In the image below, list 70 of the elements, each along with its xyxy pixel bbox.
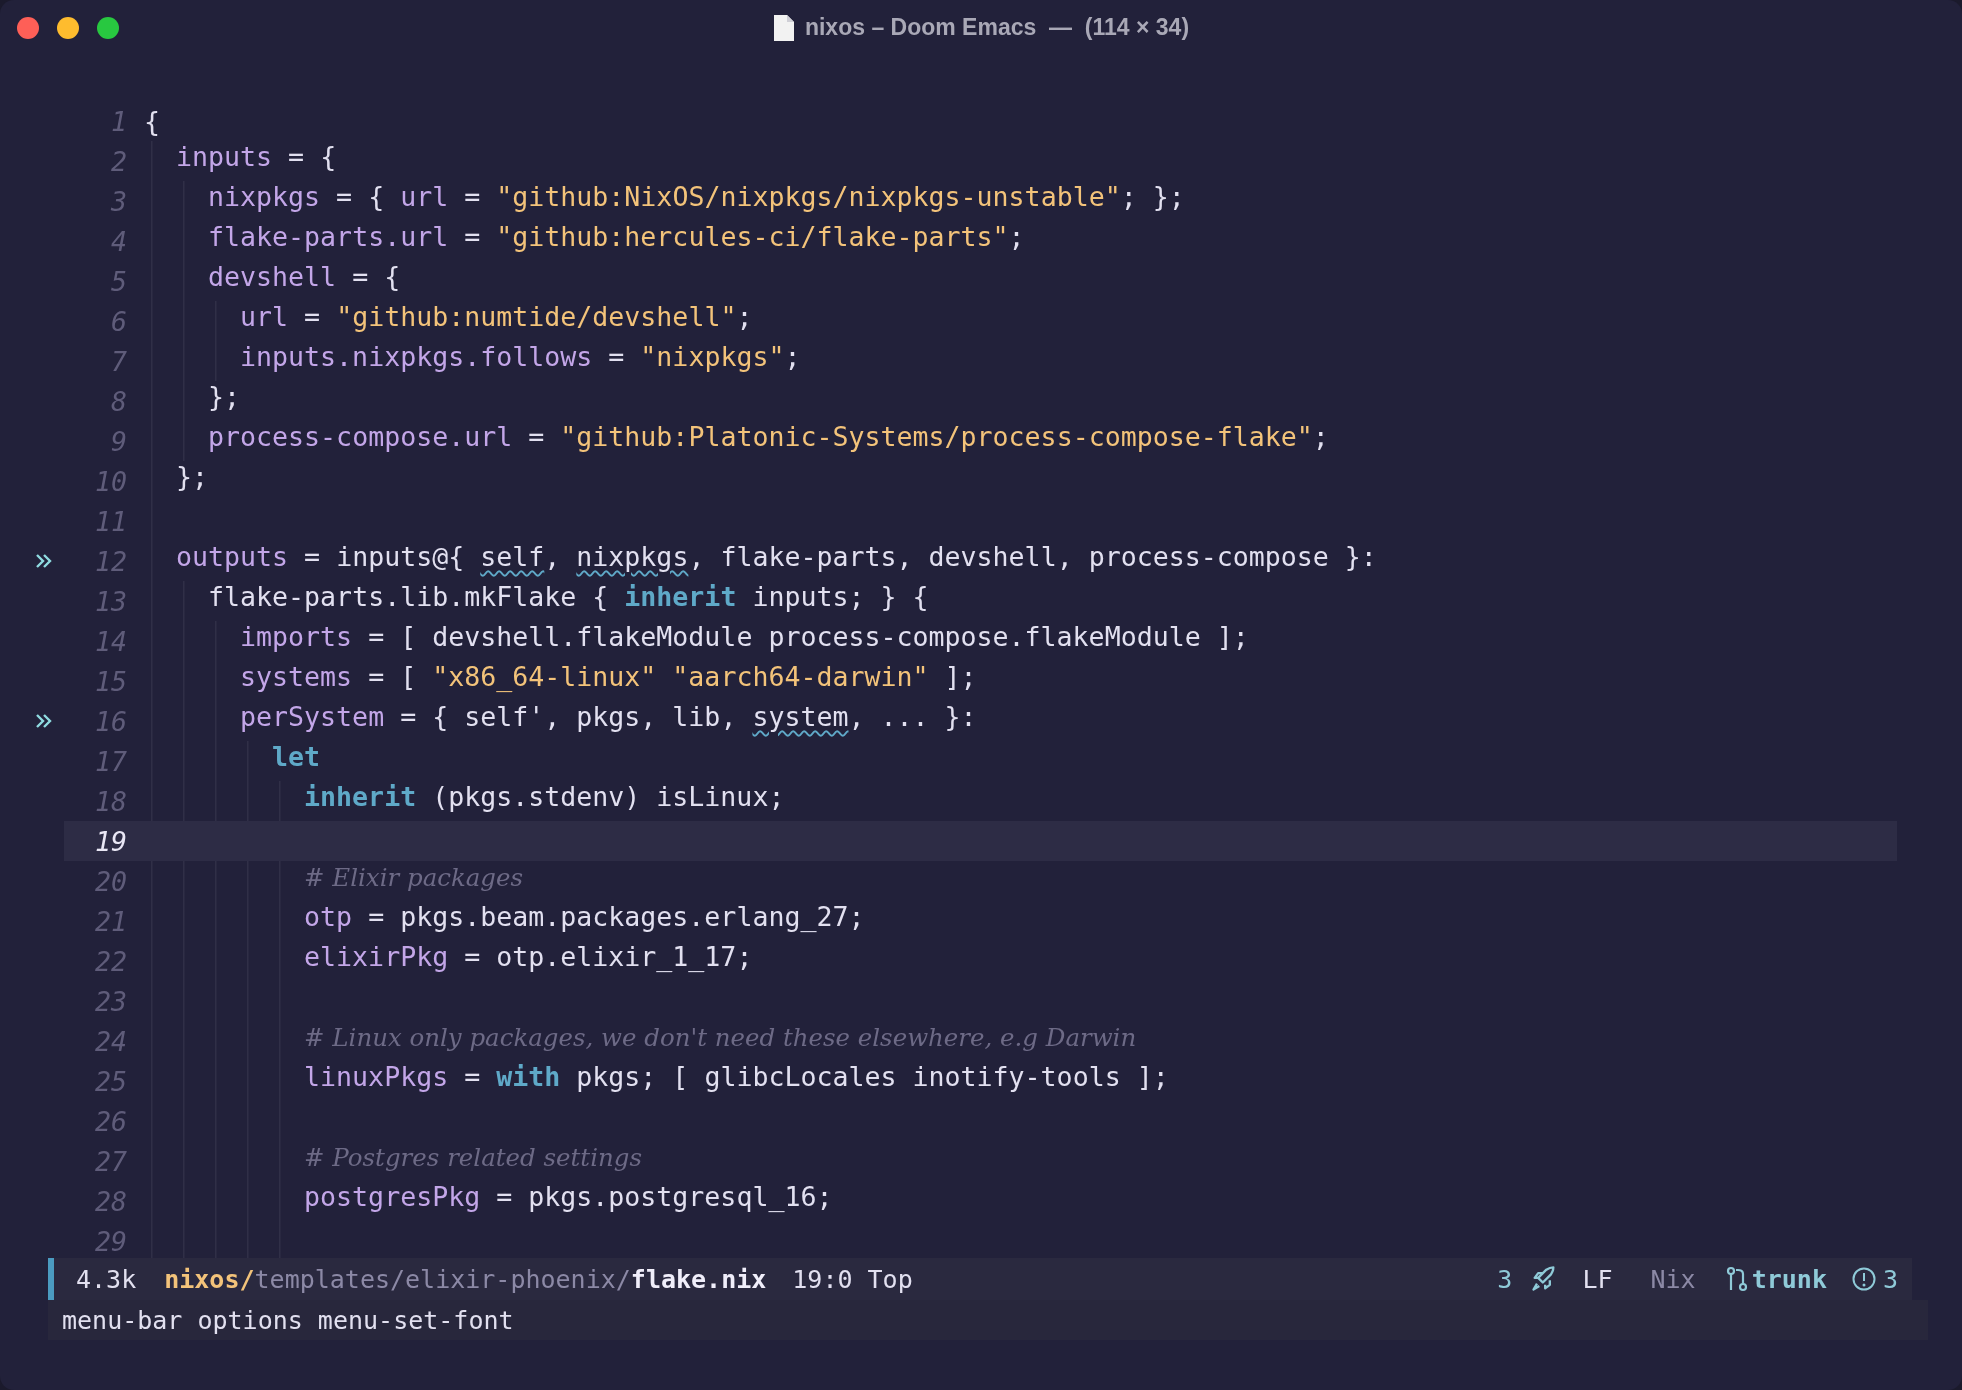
line-number: 27 (93, 1145, 127, 1177)
code-line: nixpkgs = { url = "github:NixOS/nixpkgs/nixpkgs-unstable"; }; (208, 181, 1185, 214)
line-number: 16 (93, 705, 127, 737)
file-path: nixos/templates/elixir-phoenix/flake.nix (164, 1264, 767, 1294)
code-line: postgresPkg = pkgs.postgresql_16; (304, 1181, 833, 1214)
line-number: 7 (110, 345, 127, 377)
line-number: 8 (110, 385, 127, 417)
line-number: 20 (93, 865, 127, 897)
line-number: 18 (93, 785, 127, 817)
code-line: imports = [ devshell.flakeModule process-compose.flakeModule ]; (240, 621, 1249, 654)
major-mode: Nix (1650, 1264, 1696, 1294)
code-line: let (272, 741, 321, 774)
line-number: 6 (110, 305, 127, 337)
issue-count: 3 (1882, 1264, 1898, 1294)
code-line: # Postgres related settings (304, 1142, 642, 1174)
line-number: 22 (93, 945, 127, 977)
branch-icon (1725, 1266, 1748, 1292)
code-line: # Elixir packages (304, 862, 524, 894)
minimize-button[interactable] (57, 16, 79, 39)
line-number: 24 (93, 1025, 127, 1057)
document-icon (772, 13, 795, 42)
zoom-button[interactable] (97, 16, 119, 39)
warning-icon (1850, 1266, 1877, 1292)
code-line: perSystem = { self', pkgs, lib, system, ... }: (240, 701, 977, 734)
minibuffer-text: menu-bar options menu-set-font (62, 1305, 514, 1335)
line-number: 2 (110, 145, 127, 177)
code-line: elixirPkg = otp.elixir_1_17; (304, 941, 753, 974)
line-number: 10 (93, 465, 127, 497)
line-number: 23 (93, 985, 127, 1017)
line-ending: LF (1582, 1264, 1613, 1294)
line-number: 28 (93, 1185, 127, 1217)
line-number: 15 (93, 665, 127, 697)
file-size: 4.3k (76, 1264, 137, 1294)
line-number: 21 (93, 905, 127, 937)
line-number: 19 (93, 825, 127, 857)
code-line: { (144, 105, 160, 137)
line-number: 5 (110, 265, 127, 297)
line-number: 11 (93, 505, 127, 537)
line-number: 17 (93, 745, 127, 777)
code-line: linuxPkgs = with pkgs; [ glibcLocales inotify-tools ]; (304, 1061, 1169, 1094)
indent-width: 3 (1497, 1264, 1513, 1294)
code-line: }; (208, 381, 241, 414)
line-number: 3 (110, 185, 127, 217)
cursor-position: 19:0 Top (792, 1264, 913, 1294)
code-line: url = "github:numtide/devshell"; (240, 301, 753, 334)
code-line: # Linux only packages, we don't need these elsewhere, e.g Darwin (304, 1022, 1137, 1054)
line-number: 9 (110, 425, 127, 457)
line-number: 12 (93, 545, 127, 577)
buffer-state-bar (48, 1258, 54, 1300)
code-line: inputs = { (176, 141, 337, 174)
line-number: 4 (110, 225, 127, 257)
window-title: nixos – Doom Emacs — (114 × 34) (804, 14, 1190, 41)
line-number: 29 (93, 1225, 127, 1257)
code-line: flake-parts.lib.mkFlake { inherit inputs; } { (208, 581, 929, 614)
code-line: }; (176, 461, 209, 494)
line-number: 1 (110, 105, 127, 137)
line-number: 13 (93, 585, 127, 617)
code-line: process-compose.url = "github:Platonic-Systems/process-compose-flake"; (208, 421, 1329, 454)
code-line: devshell = { (208, 261, 401, 294)
code-line: outputs = inputs@{ self, nixpkgs, flake-parts, devshell, process-compose }: (176, 541, 1377, 574)
code-line: inherit (pkgs.stdenv) isLinux; (304, 781, 785, 814)
line-number: 14 (93, 625, 127, 657)
code-line: systems = [ "x86_64-linux" "aarch64-darwin" ]; (240, 661, 977, 694)
close-button[interactable] (17, 16, 39, 39)
line-number: 26 (93, 1105, 127, 1137)
git-branch: trunk (1751, 1264, 1827, 1294)
code-line: otp = pkgs.beam.packages.erlang_27; (304, 901, 865, 934)
line-number: 25 (93, 1065, 127, 1097)
code-line: inputs.nixpkgs.follows = "nixpkgs"; (240, 341, 801, 374)
code-line: flake-parts.url = "github:hercules-ci/flake-parts"; (208, 221, 1025, 254)
